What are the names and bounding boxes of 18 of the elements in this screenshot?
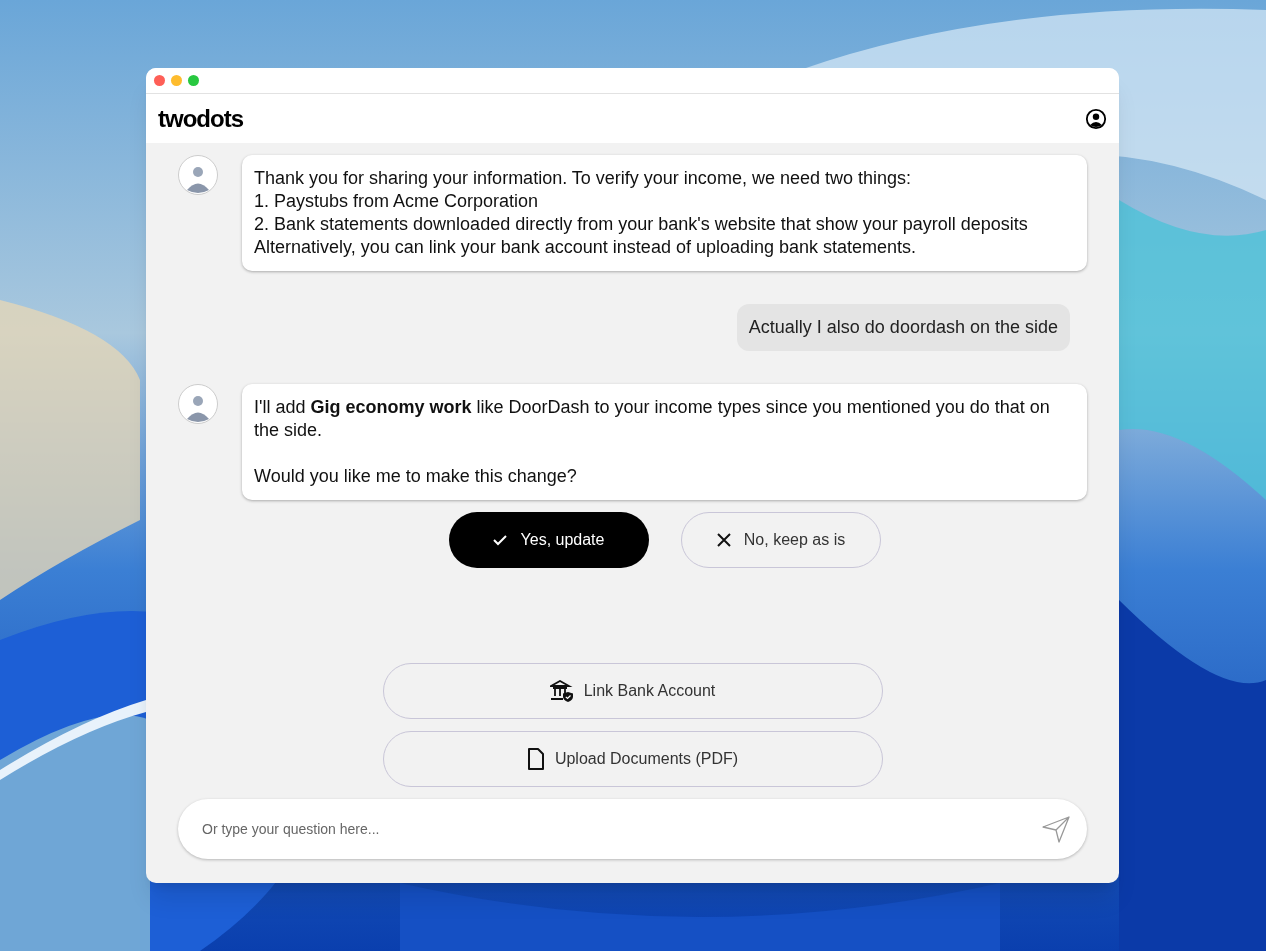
message-text: I'll add Gig economy work like DoorDash to your income types since you mentioned you do that on the side. [254, 396, 1051, 442]
message-text: Thank you for sharing your information. To verify your income, we need two things: 1. Paystubs from Acme Corporation 2. Bank statements downloaded directly from your bank's website that show your payroll deposits Alternatively, you can link your bank account instead of uploading bank statements. [254, 167, 1029, 259]
bank-icon [549, 680, 574, 702]
avatar-icon [178, 155, 218, 195]
message-text: Actually I also do doordash on the side [748, 316, 1058, 339]
app-logo: twodots [158, 103, 243, 134]
close-window-button[interactable] [154, 75, 165, 86]
check-icon [492, 534, 507, 546]
document-icon [526, 748, 545, 770]
question-input-field[interactable]: Or type your question here... [178, 799, 1087, 859]
confirm-button[interactable]: Yes, update [448, 512, 649, 568]
send-icon[interactable] [1041, 814, 1071, 844]
account-icon[interactable] [1085, 107, 1107, 130]
avatar-icon [178, 384, 218, 424]
message-text: Would you like me to make this change? [254, 465, 578, 488]
zoom-window-button[interactable] [188, 75, 199, 86]
close-icon [715, 532, 732, 548]
minimize-window-button[interactable] [171, 75, 182, 86]
